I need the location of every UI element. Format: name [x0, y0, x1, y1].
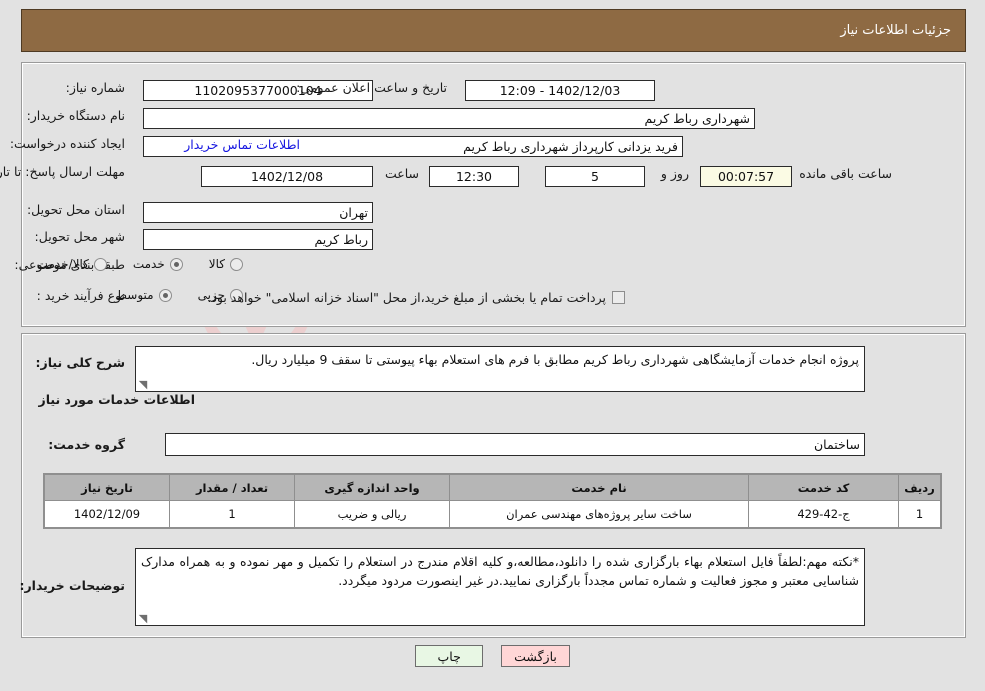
table-row[interactable]: 1 ج-42-429 ساخت سایر پروژه‌های مهندسی عم…: [44, 500, 941, 528]
back-button[interactable]: بازگشت: [501, 645, 570, 667]
th-name: نام خدمت: [449, 474, 749, 501]
announce-datetime-input[interactable]: 1402/12/03 - 12:09: [465, 80, 655, 101]
deadline-time-box[interactable]: 12:30: [429, 166, 519, 187]
province-label: استان محل تحویل:: [26, 202, 125, 217]
announce-datetime-field: تاریخ و ساعت اعلان عمومی:: [296, 80, 447, 95]
process-radio-motavasset[interactable]: متوسط: [116, 288, 172, 302]
service-group-field: گروه خدمت:: [48, 437, 125, 452]
cell-name: ساخت سایر پروژه‌های مهندسی عمران: [449, 500, 749, 528]
category-radio-kala-khedmat-label: کالا/خدمت: [36, 257, 89, 271]
service-group-input[interactable]: ساختمان: [165, 433, 865, 456]
deadline-date-box[interactable]: 1402/12/08: [201, 166, 373, 187]
need-number-label: شماره نیاز:: [65, 80, 125, 95]
buyer-org-input[interactable]: شهرداری رباط کریم: [143, 108, 755, 129]
summary-field: شرح کلی نیاز:: [36, 355, 125, 370]
announce-datetime-value-box[interactable]: 1402/12/03 - 12:09: [465, 80, 655, 101]
services-table-wrap: ردیف کد خدمت نام خدمت واحد اندازه گیری ت…: [43, 473, 942, 529]
footer-actions: بازگشت چاپ: [0, 645, 985, 667]
page-title: جزئیات اطلاعات نیاز: [840, 23, 951, 38]
countdown-label: ساعت باقی مانده: [799, 166, 892, 181]
buyer-notes-value-box[interactable]: *نکته مهم:لطفاً فایل استعلام بهاء بارگزا…: [135, 548, 865, 626]
th-row: ردیف: [898, 474, 941, 501]
radio-circle-selected-icon[interactable]: [169, 257, 183, 271]
summary-value-box[interactable]: پروژه انجام خدمات آزمایشگاهی شهرداری ربا…: [135, 346, 865, 392]
remaining-days-input[interactable]: 5: [545, 166, 645, 187]
buyer-notes-textarea[interactable]: *نکته مهم:لطفاً فایل استعلام بهاء بارگزا…: [135, 548, 865, 626]
treasury-checkbox-row[interactable]: پرداخت تمام یا بخشی از مبلغ خرید،از محل …: [207, 290, 625, 305]
print-button[interactable]: چاپ: [415, 645, 484, 667]
remaining-days-label-wrap: روز و: [661, 166, 689, 181]
cell-row: 1: [898, 500, 941, 528]
services-heading-wrap: اطلاعات خدمات مورد نیاز: [39, 392, 196, 407]
deadline-label: مهلت ارسال پاسخ: تا تاریخ:: [0, 164, 125, 179]
deadline-hour-label: ساعت: [384, 166, 419, 181]
buyer-org-label: نام دستگاه خریدار:: [26, 108, 125, 123]
resize-grip-icon[interactable]: ◥: [138, 613, 148, 624]
page-root: AriaTender.net جزئیات اطلاعات نیاز شماره…: [0, 0, 985, 691]
creator-label: ایجاد کننده درخواست:: [9, 136, 125, 151]
checkbox-icon[interactable]: [612, 291, 625, 304]
category-radio-group[interactable]: کالا خدمت کالا/خدمت: [11, 257, 243, 271]
buyer-notes-text: *نکته مهم:لطفاً فایل استعلام بهاء بارگزا…: [141, 554, 859, 589]
treasury-note-label: پرداخت تمام یا بخشی از مبلغ خرید،از محل …: [207, 290, 606, 305]
province-input[interactable]: تهران: [143, 202, 373, 223]
th-qty: تعداد / مقدار: [169, 474, 295, 501]
province-field: استان محل تحویل:: [27, 202, 125, 217]
services-heading: اطلاعات خدمات مورد نیاز: [38, 392, 196, 407]
buyer-org-field: نام دستگاه خریدار:: [27, 108, 125, 123]
th-date: تاریخ نیاز: [44, 474, 170, 501]
service-group-label: گروه خدمت:: [48, 437, 125, 452]
process-radio-motavasset-label: متوسط: [115, 288, 154, 302]
deadline-field: مهلت ارسال پاسخ: تا تاریخ:: [0, 164, 125, 181]
cell-code: ج-42-429: [748, 500, 899, 528]
summary-text: پروژه انجام خدمات آزمایشگاهی شهرداری ربا…: [251, 352, 859, 367]
radio-circle-icon[interactable]: [93, 257, 107, 271]
city-value-box[interactable]: رباط کریم: [143, 229, 373, 250]
buyer-contact-link-label[interactable]: اطلاعات تماس خریدار: [184, 137, 300, 152]
need-number-field: شماره نیاز:: [66, 80, 125, 95]
city-label: شهر محل تحویل:: [34, 229, 125, 244]
announce-datetime-label: تاریخ و ساعت اعلان عمومی:: [296, 80, 447, 95]
category-radio-kala[interactable]: کالا: [209, 257, 243, 271]
radio-circle-icon[interactable]: [230, 257, 243, 271]
table-header-row: ردیف کد خدمت نام خدمت واحد اندازه گیری ت…: [44, 474, 941, 501]
deadline-date-input[interactable]: 1402/12/08: [201, 166, 373, 187]
countdown-timer-input[interactable]: 00:07:57: [700, 166, 792, 187]
buyer-notes-label: توضیحات خریدار:: [19, 578, 125, 593]
buyer-contact-link[interactable]: اطلاعات تماس خریدار: [184, 137, 300, 152]
cell-unit: ریالی و ضریب: [294, 500, 450, 528]
deadline-hour-label-wrap: ساعت: [385, 166, 419, 181]
resize-grip-icon[interactable]: ◥: [138, 379, 148, 390]
category-radio-khedmat-label: خدمت: [132, 257, 165, 271]
category-radio-kala-label: کالا: [208, 257, 225, 271]
category-radio-kala-khedmat[interactable]: کالا/خدمت: [37, 257, 107, 271]
remaining-days-label: روز و: [660, 166, 689, 181]
countdown-box[interactable]: 00:07:57: [700, 166, 792, 187]
city-field: شهر محل تحویل:: [35, 229, 125, 244]
province-value-box[interactable]: تهران: [143, 202, 373, 223]
remaining-days-box[interactable]: 5: [545, 166, 645, 187]
creator-field: ایجاد کننده درخواست:: [10, 136, 125, 151]
th-unit: واحد اندازه گیری: [294, 474, 450, 501]
city-input[interactable]: رباط کریم: [143, 229, 373, 250]
services-table: ردیف کد خدمت نام خدمت واحد اندازه گیری ت…: [44, 474, 941, 528]
summary-label: شرح کلی نیاز:: [35, 355, 125, 370]
deadline-time-input[interactable]: 12:30: [429, 166, 519, 187]
category-radio-khedmat[interactable]: خدمت: [133, 257, 183, 271]
service-group-value-box[interactable]: ساختمان: [165, 433, 865, 456]
cell-qty: 1: [169, 500, 295, 528]
buyer-notes-field: توضیحات خریدار:: [19, 578, 125, 593]
radio-circle-selected-icon[interactable]: [158, 288, 172, 302]
summary-textarea[interactable]: پروژه انجام خدمات آزمایشگاهی شهرداری ربا…: [135, 346, 865, 392]
th-code: کد خدمت: [748, 474, 899, 501]
buyer-org-value-box[interactable]: شهرداری رباط کریم: [143, 108, 755, 129]
cell-date: 1402/12/09: [44, 500, 170, 528]
countdown-label-wrap: ساعت باقی مانده: [799, 166, 892, 181]
page-header: جزئیات اطلاعات نیاز: [21, 9, 966, 52]
